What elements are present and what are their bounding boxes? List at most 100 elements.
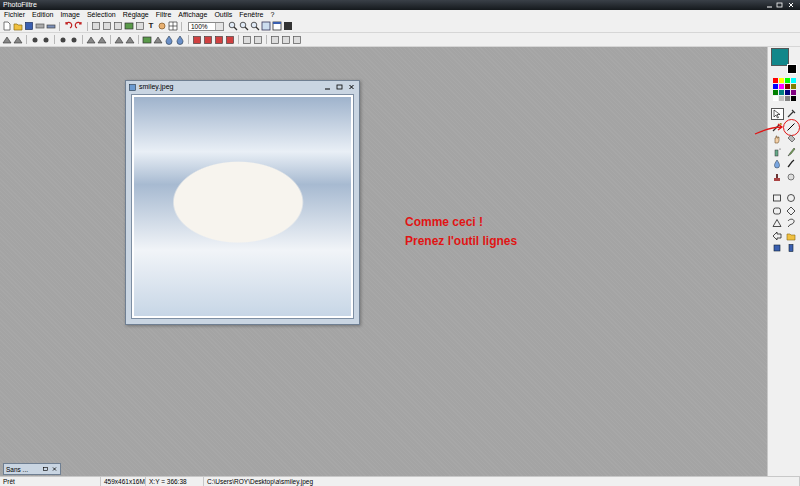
color-cell[interactable]	[773, 84, 778, 89]
tool-button[interactable]	[771, 217, 784, 229]
toolbar-button[interactable]	[124, 21, 134, 31]
color-cell[interactable]	[779, 84, 784, 89]
toolbar-button[interactable]	[153, 35, 163, 45]
toolbar-button[interactable]	[228, 21, 238, 31]
toolbar-button[interactable]	[13, 21, 23, 31]
toolbar-button[interactable]	[239, 21, 249, 31]
toolbar-button[interactable]	[203, 35, 213, 45]
tool-button[interactable]	[771, 146, 784, 158]
color-cell[interactable]	[791, 84, 796, 89]
toolbar-button[interactable]	[135, 21, 145, 31]
color-cell[interactable]	[779, 90, 784, 95]
tool-button[interactable]	[771, 242, 784, 254]
secondary-color[interactable]	[787, 64, 797, 74]
tool-button[interactable]	[771, 192, 784, 204]
toolbar-button[interactable]	[114, 35, 124, 45]
maximize-icon[interactable]	[775, 1, 784, 9]
toolbar-button[interactable]	[142, 35, 152, 45]
tool-button[interactable]	[785, 158, 798, 170]
close-icon[interactable]	[51, 465, 58, 473]
toolbar-button[interactable]	[250, 21, 260, 31]
tool-button[interactable]	[771, 230, 784, 242]
tool-button[interactable]	[771, 108, 784, 120]
menu-item[interactable]: Sélection	[87, 10, 116, 20]
maximize-icon[interactable]	[42, 465, 49, 473]
toolbar-button[interactable]	[113, 21, 123, 31]
toolbar-button[interactable]	[2, 21, 12, 31]
minimize-icon[interactable]	[323, 83, 332, 91]
close-icon[interactable]	[785, 1, 797, 9]
toolbar-button[interactable]	[168, 21, 178, 31]
color-cell[interactable]	[779, 78, 784, 83]
tool-button[interactable]	[785, 242, 798, 254]
menu-item[interactable]: ?	[270, 10, 274, 20]
toolbar-button[interactable]	[35, 21, 45, 31]
tool-button[interactable]	[785, 133, 798, 145]
menu-item[interactable]: Réglage	[123, 10, 149, 20]
toolbar-button[interactable]	[281, 35, 291, 45]
toolbar-button[interactable]	[157, 21, 167, 31]
toolbar-button[interactable]	[175, 35, 185, 45]
tool-button[interactable]	[771, 205, 784, 217]
toolbar-button[interactable]	[13, 35, 23, 45]
tool-button[interactable]	[785, 108, 798, 120]
toolbar-button[interactable]	[41, 35, 51, 45]
toolbar-button[interactable]	[270, 35, 280, 45]
color-cell[interactable]	[785, 90, 790, 95]
color-cell[interactable]	[791, 96, 796, 101]
zoom-combo[interactable]: 100%	[188, 22, 224, 31]
toolbar-button[interactable]	[125, 35, 135, 45]
toolbar-button[interactable]	[261, 21, 271, 31]
color-cell[interactable]	[785, 96, 790, 101]
tool-button[interactable]	[785, 146, 798, 158]
toolbar-button[interactable]	[24, 21, 34, 31]
toolbar-button[interactable]	[46, 21, 56, 31]
toolbar-button[interactable]	[164, 35, 174, 45]
toolbar-button[interactable]	[97, 35, 107, 45]
menu-item[interactable]: Edition	[32, 10, 53, 20]
color-cell[interactable]	[791, 78, 796, 83]
tool-button[interactable]	[785, 192, 798, 204]
color-cell[interactable]	[773, 96, 778, 101]
color-cell[interactable]	[773, 78, 778, 83]
toolbar-button[interactable]	[2, 35, 12, 45]
color-cell[interactable]	[785, 78, 790, 83]
menu-item[interactable]: Fenêtre	[239, 10, 263, 20]
toolbar-button[interactable]	[192, 35, 202, 45]
toolbar-button[interactable]	[69, 35, 79, 45]
toolbar-button[interactable]	[102, 21, 112, 31]
toolbar-button[interactable]	[30, 35, 40, 45]
document-title-bar[interactable]: smiley.jpeg	[126, 81, 359, 93]
toolbar-button[interactable]	[283, 21, 293, 31]
menu-item[interactable]: Filtre	[156, 10, 172, 20]
toolbar-button[interactable]	[253, 35, 263, 45]
toolbar-button[interactable]	[292, 35, 302, 45]
toolbar-button[interactable]	[86, 35, 96, 45]
tool-button[interactable]	[771, 133, 784, 145]
tool-button[interactable]	[785, 121, 798, 133]
toolbar-button[interactable]	[91, 21, 101, 31]
menu-item[interactable]: Image	[60, 10, 79, 20]
color-cell[interactable]	[779, 96, 784, 101]
minimize-icon[interactable]	[765, 1, 774, 9]
toolbar-button[interactable]	[225, 35, 235, 45]
toolbar-button[interactable]	[242, 35, 252, 45]
color-cell[interactable]	[791, 90, 796, 95]
tool-button[interactable]	[785, 205, 798, 217]
menu-item[interactable]: Fichier	[4, 10, 25, 20]
toolbar-button[interactable]	[214, 35, 224, 45]
toolbar-button[interactable]	[272, 21, 282, 31]
tool-button[interactable]	[785, 171, 798, 183]
text-tool-button[interactable]: T	[146, 21, 156, 31]
menu-item[interactable]: Affichage	[178, 10, 207, 20]
tool-button[interactable]	[785, 230, 798, 242]
color-cell[interactable]	[785, 84, 790, 89]
tool-button[interactable]	[771, 158, 784, 170]
toolbar-button[interactable]	[58, 35, 68, 45]
minimized-window[interactable]: Sans ...	[3, 463, 61, 475]
tool-button[interactable]	[785, 217, 798, 229]
toolbar-button[interactable]	[74, 21, 84, 31]
document-window[interactable]: smiley.jpeg	[125, 80, 360, 325]
tool-button[interactable]	[771, 121, 784, 133]
maximize-icon[interactable]	[335, 83, 344, 91]
